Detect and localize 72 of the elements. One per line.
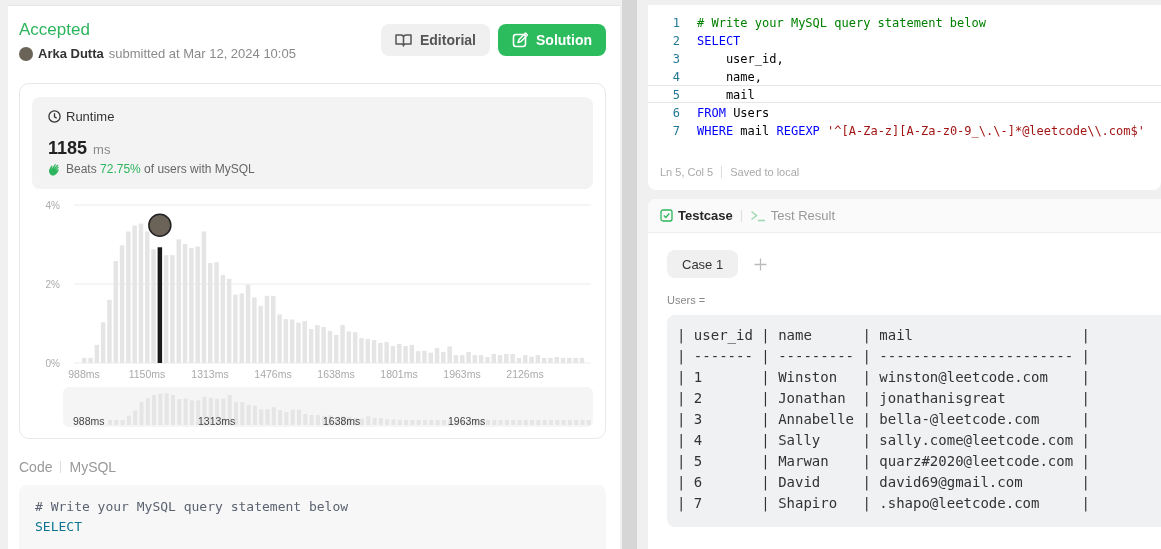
runtime-unit: ms	[93, 142, 111, 157]
line-number: 7	[671, 123, 681, 138]
runtime-value: 1185	[48, 138, 88, 159]
code-label: Code	[19, 459, 53, 475]
axis-label: 1313ms	[191, 368, 229, 380]
axis-label: 1801ms	[380, 368, 418, 380]
case-tab[interactable]: Case 1	[667, 250, 739, 278]
plus-icon	[754, 257, 768, 271]
save-status: Saved to local	[730, 166, 800, 178]
line-number: 4	[671, 69, 681, 84]
panel-tab[interactable]: Testcase	[660, 208, 733, 223]
author-name[interactable]: Arka Dutta	[38, 46, 104, 61]
scrollbar[interactable]	[622, 0, 637, 549]
editor-line[interactable]: 4 name,	[648, 67, 1161, 85]
beats-text: Beats 72.75% of users with MySQL	[66, 162, 255, 176]
editor-line[interactable]: 3 user_id,	[648, 49, 1161, 67]
line-number: 6	[671, 105, 681, 120]
edit-icon	[512, 32, 528, 48]
table-line: | 6 | David | david69@gmail.com |	[677, 473, 1091, 493]
editor-line[interactable]: 5 mail	[648, 85, 1161, 103]
editor-line[interactable]: 2 SELECT	[648, 31, 1161, 49]
code-text: # Write your MySQL query statement below	[697, 15, 986, 30]
axis-label: 0%	[45, 358, 60, 369]
axis-label: 2126ms	[506, 368, 544, 380]
checkbox-icon	[660, 209, 673, 222]
table-line: | 4 | Sally | sally.come@leetcode.com |	[677, 431, 1091, 451]
line-number: 1	[671, 15, 681, 30]
clapping-hands-icon	[48, 162, 62, 176]
submission-status: Accepted	[19, 20, 91, 40]
code-text: SELECT	[697, 33, 741, 48]
table-line: | 2 | Jonathan | jonathanisgreat |	[677, 389, 1091, 409]
table-line: | 5 | Marwan | quarz#2020@leetcode.com |	[677, 452, 1091, 472]
editor-line[interactable]: 1 # Write your MySQL query statement below	[648, 13, 1161, 31]
editor-line[interactable]: 7 WHERE mail REGEXP '^[A-Za-z][A-Za-z0-9_\.\-]*@leetcode\\.com$'	[648, 121, 1161, 139]
line-number: 3	[671, 51, 681, 66]
code-line: SELECT	[35, 518, 83, 536]
language-label: MySQL	[69, 459, 117, 475]
avatar-marker	[148, 213, 172, 237]
table-line: | 7 | Shapiro | .shapo@leetcode.com |	[677, 494, 1091, 514]
table-line: | ------- | --------- | ----------------------- |	[677, 347, 1091, 367]
table-line: | user_id | name | mail |	[677, 326, 1091, 346]
code-text: mail	[724, 87, 755, 102]
axis-label: 988ms	[68, 368, 100, 380]
clock-icon	[48, 110, 61, 123]
runtime-title: Runtime	[66, 109, 115, 124]
editor-line[interactable]: 6 FROM Users	[648, 103, 1161, 121]
code-text: name,	[724, 69, 763, 84]
axis-label: 1150ms	[128, 368, 166, 380]
axis-label: 1963ms	[443, 368, 481, 380]
axis-label: 1963ms	[448, 415, 486, 427]
line-number: 5	[671, 87, 681, 102]
axis-label: 1476ms	[254, 368, 292, 380]
axis-label: 1638ms	[317, 368, 355, 380]
submission-time: submitted at Mar 12, 2024 10:05	[108, 46, 296, 61]
cursor-position: Ln 5, Col 5	[660, 166, 714, 178]
editorial-button[interactable]: Editorial	[381, 24, 490, 56]
code-text: FROM Users	[697, 105, 770, 120]
code-line: # Write your MySQL query statement below	[35, 498, 350, 516]
avatar	[19, 46, 33, 61]
axis-label: 1638ms	[323, 415, 361, 427]
code-text: WHERE mail REGEXP '^[A-Za-z][A-Za-z0-9_\.\-]*@leetcode\\.com$'	[697, 123, 1145, 138]
terminal-icon	[749, 209, 766, 222]
book-icon	[395, 33, 412, 47]
code-text: user_id,	[724, 51, 784, 66]
axis-label: 2%	[45, 279, 60, 290]
axis-label: 988ms	[73, 415, 105, 427]
axis-label: 4%	[45, 200, 60, 211]
input-label: Users =	[666, 293, 707, 306]
line-number: 2	[671, 33, 681, 48]
axis-label: 1313ms	[198, 415, 236, 427]
table-line: | 1 | Winston | winston@leetcode.com |	[677, 368, 1091, 388]
table-line: | 3 | Annabelle | bella-@leetcode.com |	[677, 410, 1091, 430]
